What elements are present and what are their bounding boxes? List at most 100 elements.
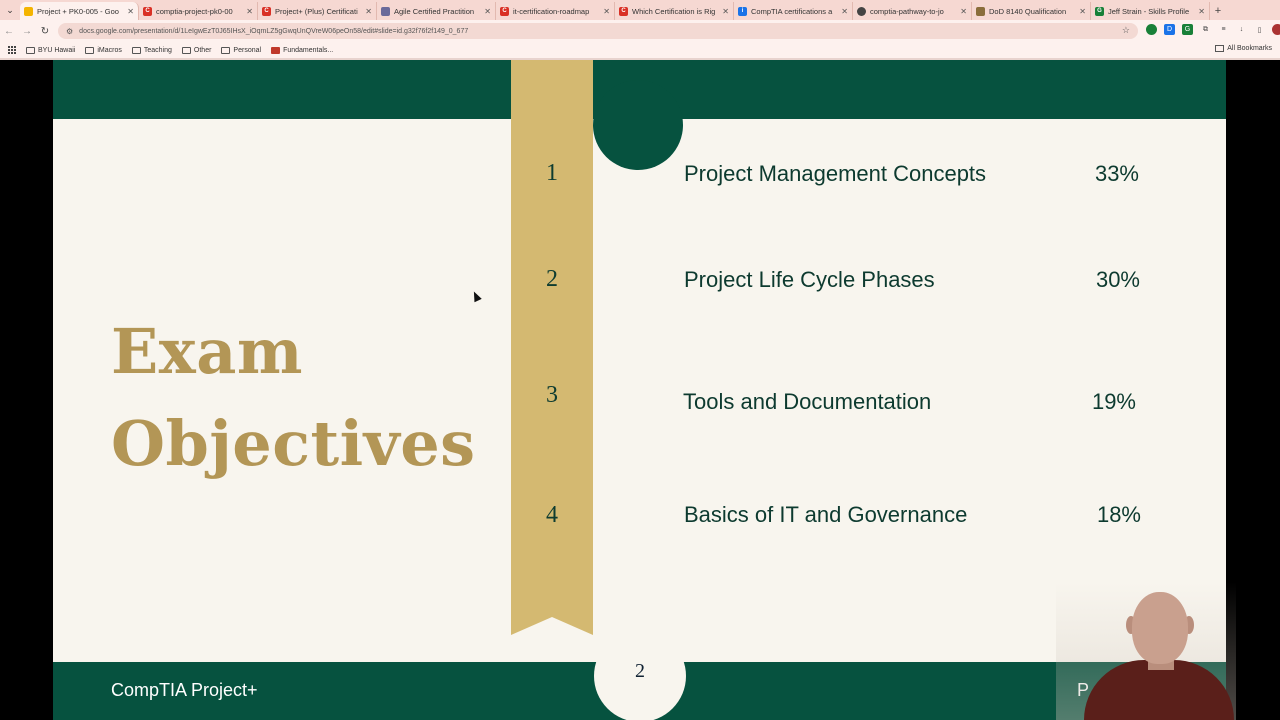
tab-3[interactable]: Agile Certified Practition ✕ xyxy=(377,2,496,20)
site-favicon-icon xyxy=(381,6,390,16)
presenter-webcam xyxy=(1056,582,1236,720)
objective-percent-4: 18% xyxy=(1096,502,1141,527)
site-favicon-icon: C xyxy=(143,6,152,16)
bookmark-label: BYU Hawaii xyxy=(38,46,76,54)
tab-search-icon[interactable]: ⌄ xyxy=(0,0,20,20)
tab-title: Project + PK0-005 - Goo xyxy=(37,6,119,16)
bookmark-teaching[interactable]: Teaching xyxy=(131,46,172,54)
close-tab-icon[interactable]: ✕ xyxy=(365,7,372,16)
bookmark-personal[interactable]: Personal xyxy=(221,46,262,54)
tab-title: Jeff Strain - Skills Profile xyxy=(1108,6,1190,16)
all-bookmarks-button[interactable]: All Bookmarks xyxy=(1215,45,1272,52)
footer-left-text: CompTIA Project+ xyxy=(111,680,258,700)
objective-label-2: Project Life Cycle Phases xyxy=(684,267,935,292)
sidebar-icon[interactable]: ▯ xyxy=(1254,24,1265,35)
close-tab-icon[interactable]: ✕ xyxy=(484,7,491,16)
tab-4[interactable]: C it-certification-roadmap ✕ xyxy=(496,2,615,20)
bookmark-other[interactable]: Other xyxy=(181,46,212,54)
download-icon[interactable]: ↓ xyxy=(1236,24,1247,35)
presentation-slide: Exam Objectives 1 2 3 4 Project Manageme… xyxy=(53,60,1226,720)
objective-label-4: Basics of IT and Governance xyxy=(684,502,968,527)
forward-arrow-icon[interactable]: → xyxy=(18,22,36,40)
gold-ribbon xyxy=(511,60,593,635)
tab-title: comptia-pathway-to-jo xyxy=(870,6,944,16)
title-line-1: Exam xyxy=(111,315,303,388)
folder-icon xyxy=(85,46,95,54)
puzzle-icon[interactable]: ⧉ xyxy=(1200,24,1211,35)
bookmarks-bar: BYU Hawaii iMacros Teaching Other Person… xyxy=(0,42,1280,58)
close-tab-icon[interactable]: ✕ xyxy=(246,7,253,16)
tab-1[interactable]: C comptia-project-pk0-00 ✕ xyxy=(139,2,258,20)
objective-percent-2: 30% xyxy=(1095,267,1140,292)
folder-icon xyxy=(1215,45,1225,52)
bookmark-label: Personal xyxy=(233,46,262,54)
tab-title: DoD 8140 Qualification xyxy=(989,6,1067,16)
back-arrow-icon[interactable]: ← xyxy=(0,22,18,40)
tab-6[interactable]: i CompTIA certifications a ✕ xyxy=(734,2,853,20)
close-tab-icon[interactable]: ✕ xyxy=(1198,7,1205,16)
all-bookmarks-label: All Bookmarks xyxy=(1227,45,1272,52)
site-favicon-icon: G xyxy=(1095,6,1104,16)
tab-7[interactable]: comptia-pathway-to-jo ✕ xyxy=(853,2,972,20)
reading-list-icon[interactable]: ≡ xyxy=(1218,24,1229,35)
presenter-head xyxy=(1132,592,1188,664)
apps-grid-icon[interactable] xyxy=(8,46,16,54)
objective-number-3: 3 xyxy=(546,382,558,408)
extension-icon[interactable] xyxy=(1146,24,1157,35)
close-tab-icon[interactable]: ✕ xyxy=(127,7,134,16)
folder-icon xyxy=(131,46,141,54)
bookmark-imacros[interactable]: iMacros xyxy=(85,46,122,54)
github-icon xyxy=(857,6,866,16)
reload-icon[interactable]: ↻ xyxy=(36,22,54,40)
tab-8[interactable]: DoD 8140 Qualification ✕ xyxy=(972,2,1091,20)
objective-label-1: Project Management Concepts xyxy=(684,161,987,186)
folder-icon xyxy=(26,46,35,54)
slide-title: Exam Objectives xyxy=(111,306,476,490)
site-info-icon[interactable]: ⚙ xyxy=(66,27,73,36)
new-tab-button[interactable]: + xyxy=(1210,2,1226,20)
bookmark-label: iMacros xyxy=(97,46,122,54)
tab-title: comptia-project-pk0-00 xyxy=(156,6,233,16)
tab-strip: ⌄ Project + PK0-005 - Goo ✕ C comptia-pr… xyxy=(0,0,1280,20)
bookmark-label: Other xyxy=(193,46,212,54)
tab-title: Agile Certified Practition xyxy=(394,6,475,16)
close-tab-icon[interactable]: ✕ xyxy=(1079,7,1086,16)
tab-title: CompTIA certifications a xyxy=(751,6,833,16)
tab-title: it-certification-roadmap xyxy=(513,6,590,16)
extension-icon[interactable]: D xyxy=(1164,24,1175,35)
profile-avatar-icon[interactable] xyxy=(1272,24,1280,35)
bookmark-byu-hawaii[interactable]: BYU Hawaii xyxy=(26,46,76,54)
url-text: docs.google.com/presentation/d/1LeIgwEzT… xyxy=(79,27,469,35)
close-tab-icon[interactable]: ✕ xyxy=(960,7,967,16)
close-tab-icon[interactable]: ✕ xyxy=(841,7,848,16)
tab-5[interactable]: C Which Certification is Rig ✕ xyxy=(615,2,734,20)
site-favicon-icon: C xyxy=(619,6,628,16)
mouse-cursor-icon xyxy=(470,289,482,303)
folder-icon xyxy=(181,46,191,54)
extension-icon[interactable]: G xyxy=(1182,24,1193,35)
close-tab-icon[interactable]: ✕ xyxy=(603,7,610,16)
tab-0[interactable]: Project + PK0-005 - Goo ✕ xyxy=(20,2,139,20)
tab-title: Project+ (Plus) Certificati xyxy=(275,6,358,16)
tab-2[interactable]: C Project+ (Plus) Certificati ✕ xyxy=(258,2,377,20)
tab-9[interactable]: G Jeff Strain - Skills Profile ✕ xyxy=(1091,2,1210,20)
bookmark-star-icon[interactable]: ☆ xyxy=(1122,25,1130,36)
site-favicon-icon: C xyxy=(500,6,509,16)
ribbon-tail-notch xyxy=(511,617,593,635)
google-slides-icon xyxy=(24,6,33,16)
tab-title: Which Certification is Rig xyxy=(632,6,716,16)
address-bar[interactable]: ⚙ docs.google.com/presentation/d/1LeIgwE… xyxy=(58,23,1138,39)
bookmark-label: Fundamentals... xyxy=(283,46,334,54)
folder-icon xyxy=(221,46,231,54)
objective-number-1: 1 xyxy=(546,160,558,186)
close-tab-icon[interactable]: ✕ xyxy=(722,7,729,16)
bookmark-label: Teaching xyxy=(143,46,172,54)
site-favicon-icon xyxy=(976,6,985,16)
bookmark-fundamentals[interactable]: Fundamentals... xyxy=(271,46,334,54)
objective-number-4: 4 xyxy=(546,502,558,528)
objective-number-2: 2 xyxy=(546,266,558,292)
site-favicon-icon: C xyxy=(262,6,271,16)
objective-percent-1: 33% xyxy=(1094,161,1139,186)
slide-page-number: 2 xyxy=(594,630,686,720)
title-line-2: Objectives xyxy=(111,407,476,480)
